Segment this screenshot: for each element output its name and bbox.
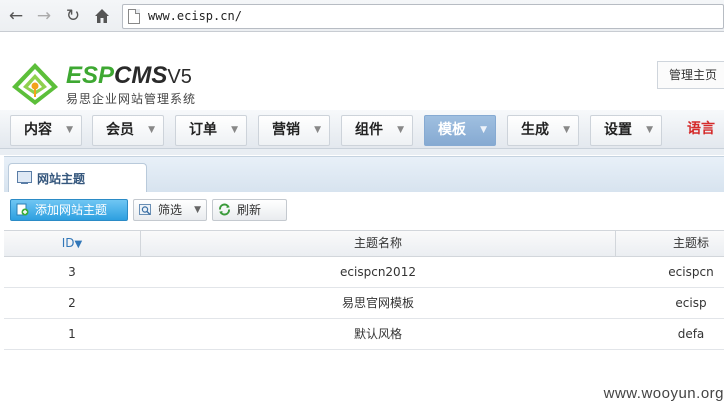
table-header: ID▼ 主题名称 主题标	[4, 230, 724, 257]
chevron-down-icon: ▼	[314, 125, 321, 135]
refresh-icon	[219, 203, 230, 216]
filter-button[interactable]: 筛选 ▼	[133, 199, 207, 221]
menu-item-templates[interactable]: 模板 ▼	[424, 115, 496, 146]
arrow-right-icon[interactable]: →	[33, 5, 55, 27]
add-theme-button[interactable]: 添加网站主题	[10, 199, 128, 221]
refresh-button[interactable]: 刷新	[212, 199, 287, 221]
column-header-id[interactable]: ID▼	[4, 231, 141, 256]
chevron-down-icon: ▼	[148, 125, 155, 135]
table-row[interactable]: 3 ecispcn2012 ecispcn	[4, 257, 724, 288]
watermark: www.wooyun.org	[603, 385, 724, 402]
add-page-icon	[16, 203, 29, 216]
content-panel: 网站主题 添加网站主题 筛选 ▼ 刷新 ID▼ 主题名称 主题标 3 ecisp…	[4, 156, 724, 405]
main-menu: 内容 ▼ 会员 ▼ 订单 ▼ 营销 ▼ 组件 ▼ 模板 ▼ 生成 ▼ 设置 ▼ 语言	[0, 110, 724, 149]
page-icon	[128, 9, 140, 24]
column-header-theme-code[interactable]: 主题标	[616, 231, 724, 256]
panel-toolbar: 添加网站主题 筛选 ▼ 刷新	[4, 192, 724, 228]
url-text[interactable]: www.ecisp.cn/	[148, 9, 242, 23]
menu-item-generate[interactable]: 生成 ▼	[507, 115, 579, 146]
chevron-down-icon: ▼	[66, 125, 73, 135]
cell-theme-name: ecispcn2012	[340, 265, 416, 279]
filter-search-icon	[139, 204, 151, 215]
cell-theme-name: 默认风格	[353, 327, 402, 341]
cms-header: ESPCMSV5 易思企业网站管理系统 管理主页	[0, 58, 724, 110]
chevron-down-icon: ▼	[194, 205, 201, 215]
espcms-logo-icon	[12, 63, 58, 105]
tab-site-themes[interactable]: 网站主题	[8, 163, 147, 192]
cell-theme-name: 易思官网模板	[341, 296, 414, 310]
menu-item-marketing[interactable]: 营销 ▼	[258, 115, 330, 146]
menu-item-settings[interactable]: 设置 ▼	[590, 115, 662, 146]
cell-theme-code: defa	[677, 327, 705, 341]
monitor-icon	[17, 171, 32, 184]
cell-theme-code: ecisp	[675, 296, 707, 310]
reload-icon[interactable]: ↻	[62, 5, 84, 27]
column-header-theme-name[interactable]: 主题名称	[141, 231, 616, 256]
address-bar[interactable]: www.ecisp.cn/	[122, 4, 724, 29]
menu-item-components[interactable]: 组件 ▼	[341, 115, 413, 146]
chevron-down-icon: ▼	[480, 125, 487, 135]
logo-wordmark: ESPCMSV5	[66, 62, 192, 89]
bookmark-bar	[0, 31, 724, 58]
cell-id: 1	[68, 327, 76, 341]
browser-toolbar: ← → ↻ www.ecisp.cn/	[0, 0, 724, 58]
chevron-down-icon: ▼	[231, 125, 238, 135]
arrow-left-icon[interactable]: ←	[5, 5, 27, 27]
menu-item-order[interactable]: 订单 ▼	[175, 115, 247, 146]
chevron-down-icon: ▼	[646, 125, 653, 135]
menu-item-language[interactable]: 语言	[675, 115, 724, 144]
cell-id: 3	[68, 265, 76, 279]
cell-id: 2	[68, 296, 76, 310]
tab-strip: 网站主题	[4, 156, 724, 193]
table-row[interactable]: 2 易思官网模板 ecisp	[4, 288, 724, 319]
table-row[interactable]: 1 默认风格 defa	[4, 319, 724, 350]
menu-divider	[0, 149, 724, 155]
menu-item-content[interactable]: 内容 ▼	[10, 115, 82, 146]
logo-subtitle: 易思企业网站管理系统	[66, 92, 197, 106]
cell-theme-code: ecispcn	[668, 265, 714, 279]
chevron-down-icon: ▼	[563, 125, 570, 135]
sort-desc-icon: ▼	[74, 239, 83, 250]
home-icon[interactable]	[91, 5, 113, 27]
chevron-down-icon: ▼	[397, 125, 404, 135]
admin-home-link[interactable]: 管理主页	[657, 61, 724, 89]
themes-table: ID▼ 主题名称 主题标 3 ecispcn2012 ecispcn 2 易思官…	[4, 230, 724, 350]
menu-item-member[interactable]: 会员 ▼	[92, 115, 164, 146]
